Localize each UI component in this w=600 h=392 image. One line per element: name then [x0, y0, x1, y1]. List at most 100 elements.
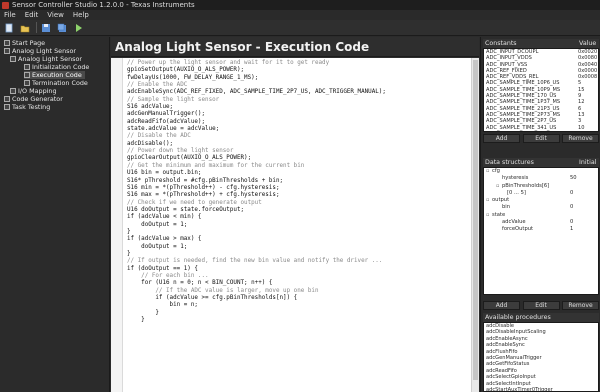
save-icon[interactable] — [40, 22, 52, 34]
data-structure-row[interactable]: ▫ pBinThresholds[6] — [484, 183, 598, 190]
tree-expander-icon[interactable]: ▫ — [486, 168, 491, 175]
tree-expander-icon[interactable] — [496, 175, 501, 182]
code-comment-line: // Sample the light sensor — [127, 96, 220, 103]
code-line: S16 min = *(pThreshold++) - cfg.hysteres… — [127, 184, 280, 191]
procedures-list[interactable]: adcDisable adcDisableInputScaling adcEnabl… — [483, 322, 599, 392]
tree-expander-icon[interactable]: ▫ — [486, 212, 491, 219]
procedures-title: Available procedures — [485, 314, 551, 321]
run-icon[interactable] — [72, 22, 84, 34]
constants-list[interactable]: ADC_INPUT_DCOUPL 0x0020 ADC_INPUT_VDDS 0x00… — [483, 48, 599, 132]
code-comment-line: // If the ADC value is larger, move up o… — [127, 287, 319, 294]
menu-file[interactable]: File — [4, 11, 16, 19]
tree-start-page[interactable]: Start Page — [4, 39, 45, 47]
data-structure-row[interactable]: [0 ... 5] 0 — [484, 190, 598, 197]
tree-expander-icon[interactable] — [496, 204, 501, 211]
toolbar-separator — [36, 22, 37, 33]
tree-termination-code[interactable]: Termination Code — [24, 79, 88, 87]
data-structure-label: output — [492, 197, 510, 204]
procedure-item[interactable]: adcStartAuxTimer0Trigger — [484, 387, 598, 391]
ds-add-button[interactable]: Add — [483, 301, 520, 310]
tree-analog-light-sensor-task[interactable]: Analog Light Sensor — [10, 55, 82, 63]
code-text[interactable]: // Power up the light sensor and wait fo… — [127, 60, 467, 324]
data-structure-label: [0 ... 5] — [507, 189, 526, 196]
constant-row[interactable]: ADC_SAMPLE_TIME_341_US 10 — [484, 125, 598, 131]
code-line: S16* pThreshold = #cfg.pBinThresholds + … — [127, 177, 284, 184]
data-structure-initial-value: 0 — [570, 204, 574, 211]
save-all-icon[interactable] — [56, 22, 68, 34]
data-structures-tree[interactable]: ▫ cfg hysteresis 50 ▫ pBinThresholds[6] [0 ...… — [483, 167, 599, 295]
data-structure-row[interactable]: hysteresis 50 — [484, 175, 598, 182]
editor-scrollbar[interactable] — [471, 58, 479, 392]
constants-value-title: Value — [579, 40, 597, 47]
code-line: if (adcValue > max) { — [127, 236, 202, 243]
tree-expander-icon[interactable]: ▫ — [486, 197, 491, 204]
gear-icon — [4, 96, 10, 102]
code-line: } — [127, 228, 131, 235]
editor-pane: Analog Light Sensor - Execution Code // … — [111, 37, 479, 392]
tree-code-generator[interactable]: Code Generator — [4, 95, 63, 103]
constants-edit-button[interactable]: Edit — [522, 134, 560, 143]
data-structure-label: cfg — [492, 168, 500, 174]
ds-edit-button[interactable]: Edit — [522, 301, 560, 310]
open-icon[interactable] — [19, 22, 31, 34]
code-line: if (doOutput == 1) { — [127, 265, 198, 272]
tree-label: Analog Light Sensor — [12, 47, 76, 55]
constants-buttons: Add Edit Remove — [483, 134, 599, 144]
code-comment-line: // Power up the light sensor and wait fo… — [127, 60, 330, 66]
data-structure-row[interactable]: forceOutput 1 — [484, 226, 598, 233]
code-line: bin = n; — [127, 302, 198, 309]
menu-help[interactable]: Help — [73, 11, 89, 19]
tree-expander-icon[interactable] — [496, 226, 501, 233]
code-line: for (U16 n = 0; n < BIN_COUNT; n++) { — [127, 280, 273, 287]
tree-label: Task Testing — [12, 103, 51, 111]
code-icon — [24, 80, 30, 86]
code-editor[interactable]: // Power up the light sensor and wait fo… — [111, 58, 479, 392]
toolbar — [0, 20, 600, 36]
tree-analog-light-sensor-folder[interactable]: Analog Light Sensor — [4, 47, 76, 55]
data-structures-header: Data structures Initial — [483, 158, 599, 167]
data-structure-row[interactable]: ▫ cfg — [484, 168, 598, 175]
tree-expander-icon[interactable]: ▫ — [496, 183, 501, 190]
constants-add-button[interactable]: Add — [483, 134, 520, 143]
constants-remove-button[interactable]: Remove — [562, 134, 599, 143]
data-structure-label: pBinThresholds[6] — [502, 182, 550, 189]
ds-remove-button[interactable]: Remove — [562, 301, 599, 310]
code-line: adcDisable(); — [127, 140, 174, 147]
code-comment-line: // If output is needed, find the new bin… — [127, 258, 383, 265]
tree-label: Initialization Code — [32, 63, 90, 71]
data-structure-label: hysteresis — [502, 175, 529, 182]
tree-io-mapping[interactable]: I/O Mapping — [10, 87, 57, 95]
tree-initialization-code[interactable]: Initialization Code — [24, 63, 89, 71]
code-comment-line: // Enable the ADC — [127, 82, 188, 89]
code-line: doOutput = 1; — [127, 221, 188, 228]
tree-label: Termination Code — [32, 79, 88, 87]
data-structure-initial-value: 1 — [570, 226, 574, 233]
code-comment-line: // Power down the light sensor — [127, 148, 234, 155]
code-line: state.adcValue = adcValue; — [127, 126, 220, 133]
new-icon[interactable] — [3, 22, 15, 34]
data-structures-initial-title: Initial — [579, 159, 597, 166]
menu-view[interactable]: View — [47, 11, 64, 19]
tree-label: Code Generator — [12, 95, 63, 103]
tree-execution-code[interactable]: Execution Code — [24, 71, 85, 79]
pin-icon — [10, 88, 16, 94]
code-comment-line: // Get the minimum and maximum for the c… — [127, 162, 305, 169]
data-structure-row[interactable]: ▫ state — [484, 212, 598, 219]
tree-expander-icon[interactable] — [501, 190, 506, 197]
tree-label: Analog Light Sensor — [18, 55, 82, 63]
folder-icon — [4, 48, 10, 54]
code-comment-line: // Disable the ADC — [127, 133, 191, 140]
tree-expander-icon[interactable] — [496, 219, 501, 226]
code-icon — [24, 64, 30, 70]
data-structure-row[interactable]: bin 0 — [484, 204, 598, 211]
code-line: U16 bin = output.bin; — [127, 170, 202, 177]
data-structure-row[interactable]: ▫ output — [484, 197, 598, 204]
code-line: S16 max = *(pThreshold++) + cfg.hysteres… — [127, 192, 280, 199]
menu-edit[interactable]: Edit — [25, 11, 39, 19]
constant-value: 10 — [578, 124, 585, 131]
code-line: } — [127, 309, 159, 316]
scrollbar-thumb[interactable] — [473, 60, 478, 380]
tree-task-testing[interactable]: Task Testing — [4, 103, 50, 111]
data-structure-initial-value: 0 — [570, 189, 574, 196]
data-structure-row[interactable]: adcValue 0 — [484, 219, 598, 226]
